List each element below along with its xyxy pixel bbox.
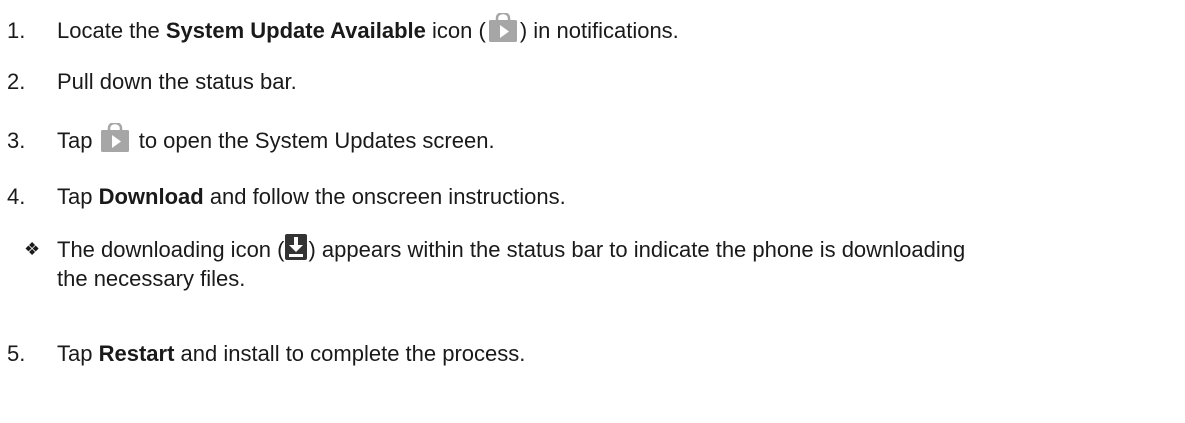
step-number: 4. — [7, 184, 26, 209]
step-number: 1. — [7, 18, 26, 43]
step-number: 3. — [7, 128, 26, 153]
step-text: Tap Restart and install to complete the … — [57, 341, 525, 367]
step-text-post: and follow the onscreen instructions. — [203, 184, 566, 209]
step-text-post-2: ) in notifications. — [519, 18, 679, 43]
shopping-bag-play-icon — [99, 121, 131, 159]
step-text: Pull down the status bar. — [57, 69, 297, 94]
step-number: 2. — [7, 69, 26, 94]
note-line-1: The downloading icon ( ) appears within … — [57, 234, 965, 266]
step-text-pre: Tap — [57, 341, 99, 366]
download-arrow-icon — [285, 234, 308, 266]
diamond-bullet-icon: ❖ — [24, 239, 41, 259]
step-text: Locate the System Update Available icon … — [57, 11, 679, 49]
step-text-bold: Download — [98, 184, 204, 209]
step-text-post: icon ( — [425, 18, 486, 43]
step-text: Tap Download and follow the onscreen ins… — [57, 184, 566, 210]
step-text-pre: Tap — [57, 184, 99, 209]
step-text-bold: System Update Available — [165, 18, 426, 43]
note-text-post: ) appears within the status bar to indic… — [308, 237, 966, 262]
shopping-bag-play-icon — [487, 11, 519, 49]
step-text-pre: Tap — [57, 128, 99, 153]
note-line-2: the necessary files. — [57, 266, 246, 291]
step-number: 5. — [7, 341, 26, 366]
step-text: Tap to open the System Updates screen. — [57, 121, 495, 159]
step-text-bold: Restart — [98, 341, 175, 366]
step-text-post: and install to complete the process. — [174, 341, 526, 366]
step-text-pre: Locate the — [57, 18, 166, 43]
note-text-pre: The downloading icon ( — [57, 237, 285, 262]
step-text-post: to open the System Updates screen. — [132, 128, 495, 153]
